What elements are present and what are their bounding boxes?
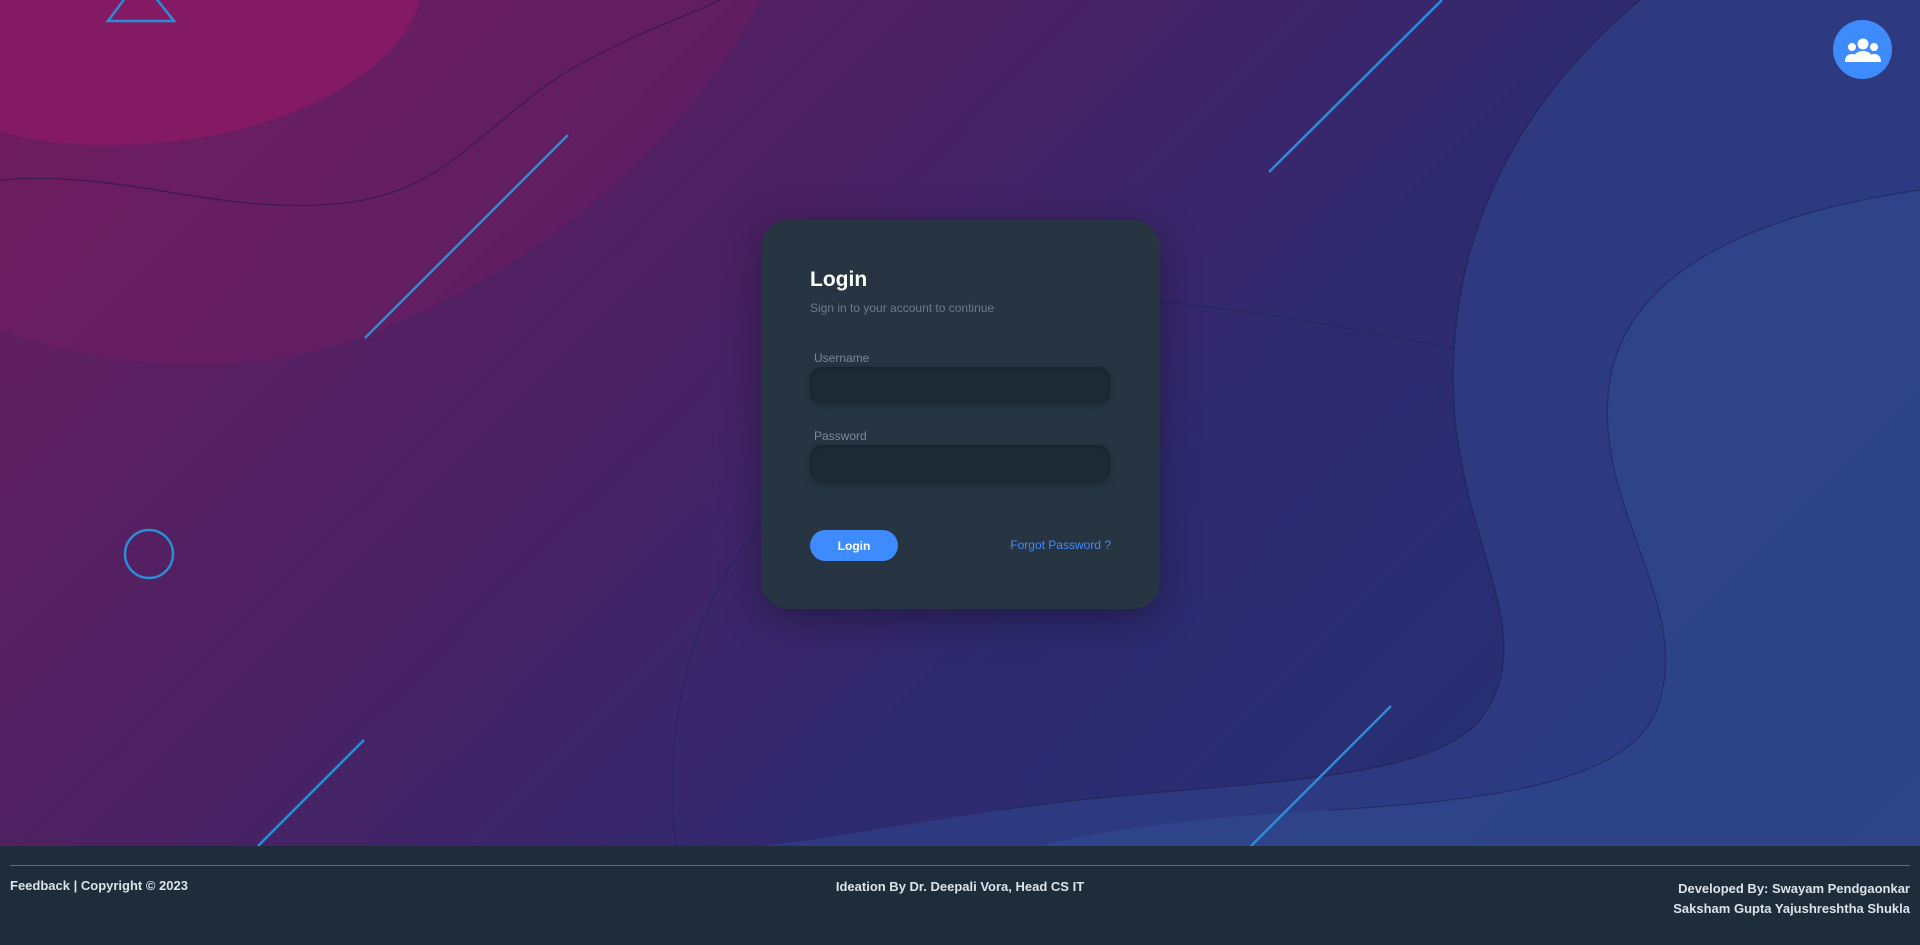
users-group-icon	[1844, 38, 1881, 62]
login-button[interactable]: Login	[810, 530, 898, 561]
users-button[interactable]	[1833, 20, 1892, 79]
login-title: Login	[810, 268, 868, 291]
developer-credits: Developed By: Swayam Pendgaonkar Saksham…	[1673, 879, 1910, 919]
ideation-credit: Ideation By Dr. Deepali Vora, Head CS IT	[835, 879, 1085, 894]
circle-decor	[123, 528, 175, 580]
login-card: Login Sign in to your account to continu…	[761, 220, 1160, 609]
decor-line	[257, 739, 365, 846]
password-label: Password	[814, 429, 867, 443]
footer-divider	[10, 865, 1910, 866]
decor-line	[1268, 0, 1443, 173]
forgot-password-link[interactable]: Forgot Password ?	[1010, 538, 1111, 552]
username-label: Username	[814, 351, 870, 365]
developed-by-line1: Developed By: Swayam Pendgaonkar	[1678, 881, 1910, 896]
footer: Feedback | Copyright © 2023 Ideation By …	[0, 846, 1920, 945]
login-subtitle: Sign in to your account to continue	[810, 301, 995, 315]
developed-by-line2: Saksham Gupta Yajushreshtha Shukla	[1673, 901, 1910, 916]
password-input[interactable]	[810, 445, 1110, 482]
username-input[interactable]	[810, 367, 1110, 404]
